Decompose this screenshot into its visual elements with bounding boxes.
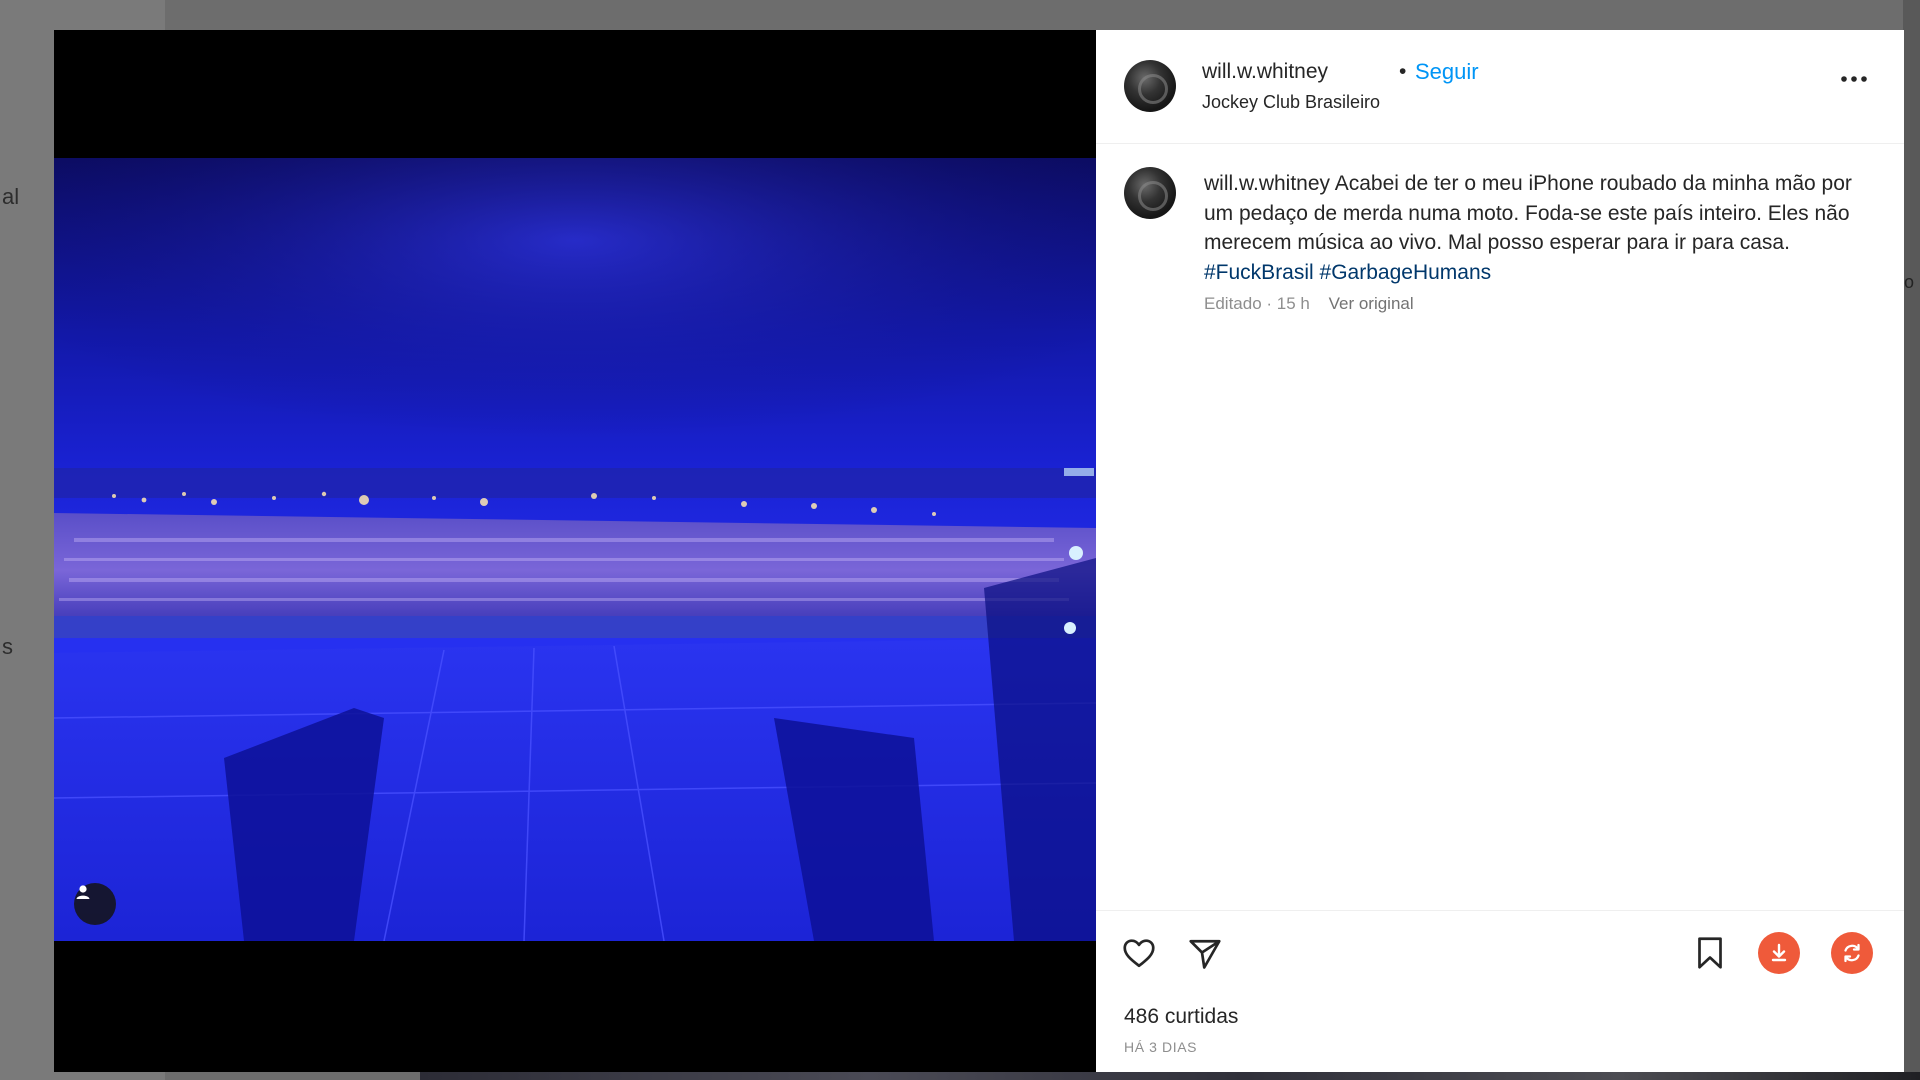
background-text-fragment: s <box>2 634 13 659</box>
separator-dot: • <box>1399 60 1407 83</box>
send-icon[interactable] <box>1187 936 1223 972</box>
background-page-right: o <box>1903 0 1920 1080</box>
bookmark-icon[interactable] <box>1692 935 1728 971</box>
person-icon <box>76 885 90 899</box>
background-text-fragment: al <box>2 184 20 209</box>
heart-icon[interactable] <box>1121 935 1157 971</box>
download-icon <box>1771 943 1787 962</box>
edited-timestamp: Editado · 15 h <box>1204 294 1310 313</box>
caption-username[interactable]: will.w.whitney <box>1204 172 1330 195</box>
post-actions: 486 curtidas HÁ 3 DIAS <box>1096 910 1904 1073</box>
concert-photo[interactable] <box>54 158 1096 941</box>
concert-photo-graphic <box>54 158 1096 941</box>
username-link[interactable]: will.w.whitney <box>1202 60 1328 84</box>
hashtag-link[interactable]: #GarbageHumans <box>1320 261 1492 284</box>
post-modal: will.w.whitney • Seguir Jockey Club Bras… <box>54 30 1904 1072</box>
post-caption: will.w.whitney Acabei de ter o meu iPhon… <box>1096 144 1904 902</box>
background-strip <box>420 1072 1920 1080</box>
avatar[interactable] <box>1124 60 1176 112</box>
avatar[interactable] <box>1124 167 1176 219</box>
post-header: will.w.whitney • Seguir Jockey Club Bras… <box>1096 30 1904 144</box>
hashtag-link[interactable]: #FuckBrasil <box>1204 261 1314 284</box>
refresh-icon <box>1844 943 1860 963</box>
download-button[interactable] <box>1758 932 1800 974</box>
repost-button[interactable] <box>1831 932 1873 974</box>
more-options-icon[interactable] <box>1839 73 1869 85</box>
see-original-link[interactable]: Ver original <box>1329 294 1414 313</box>
post-media[interactable] <box>54 30 1096 1072</box>
likes-count[interactable]: 486 curtidas <box>1124 1005 1238 1029</box>
post-date: HÁ 3 DIAS <box>1124 1039 1198 1055</box>
caption-text: will.w.whitney Acabei de ter o meu iPhon… <box>1204 169 1864 287</box>
post-side-panel: will.w.whitney • Seguir Jockey Club Bras… <box>1096 30 1904 1072</box>
follow-button[interactable]: Seguir <box>1415 59 1479 85</box>
background-text-fragment: o <box>1904 272 1915 292</box>
tag-person-button[interactable] <box>74 883 116 925</box>
caption-meta: Editado · 15 h Ver original <box>1204 294 1414 314</box>
location-link[interactable]: Jockey Club Brasileiro <box>1202 92 1380 113</box>
